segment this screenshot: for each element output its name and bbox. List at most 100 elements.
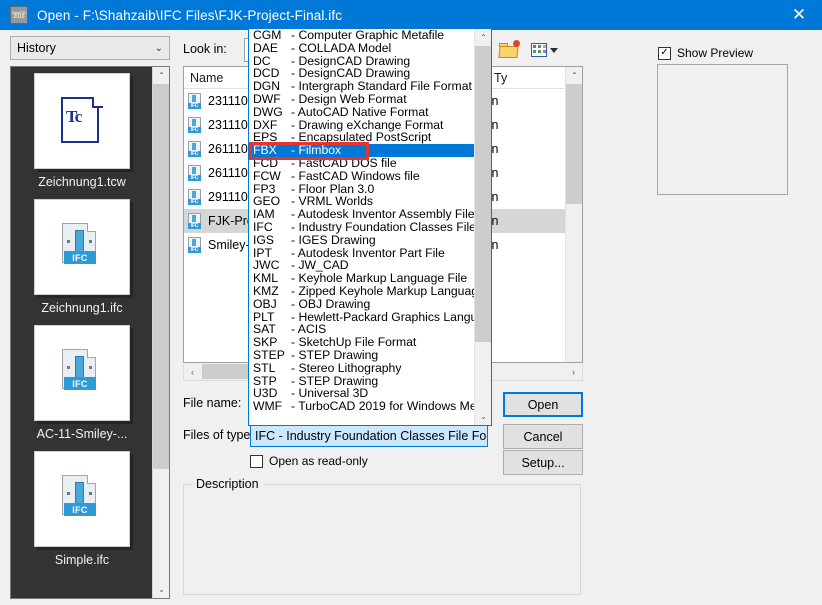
file-type-option[interactable]: IPT - Autodesk Inventor Part File	[249, 246, 476, 260]
file-type-cell: In	[488, 118, 499, 132]
window-title: Open - F:\Shahzaib\IFC Files\FJK-Project…	[37, 7, 343, 23]
place-label: Zeichnung1.tcw	[38, 175, 126, 189]
file-type-option-code: STL	[253, 360, 276, 375]
scroll-right-icon[interactable]: ›	[565, 364, 582, 379]
ifc-file-icon: IFC	[188, 117, 202, 133]
ifc-file-icon: IFC	[60, 223, 104, 271]
files-of-type-value: IFC - Industry Foundation Classes File F…	[255, 428, 488, 443]
file-name-label: File name:	[183, 396, 242, 410]
file-type-option-code: DWF	[253, 91, 281, 106]
places-pane: History ⌄ Tc Zeichnung1.tcw IFC Zeichnun…	[8, 34, 172, 601]
places-items: Tc Zeichnung1.tcw IFC Zeichnung1.ifc IFC…	[11, 67, 153, 598]
place-item[interactable]: IFC Zeichnung1.ifc	[11, 199, 153, 315]
scroll-left-icon[interactable]: ‹	[184, 364, 201, 379]
file-type-cell: In	[488, 214, 499, 228]
file-type-option[interactable]: WMF - TurboCAD 2019 for Windows MetaFile	[249, 399, 491, 414]
files-of-type-label: Files of type:	[183, 428, 254, 442]
ifc-file-icon: IFC	[60, 349, 104, 397]
ifc-file-icon: IFC	[188, 213, 202, 229]
file-type-option-code: FCW	[253, 168, 281, 183]
tcw-icon-text: Tc	[66, 107, 82, 126]
ifc-file-icon: IFC	[188, 189, 202, 205]
file-type-option[interactable]: EPS - Encapsulated PostScript	[249, 131, 476, 144]
file-type-cell: In	[488, 142, 499, 156]
views-button[interactable]	[529, 39, 559, 61]
files-of-type-dropdown[interactable]: IFC - Industry Foundation Classes File F…	[250, 424, 488, 447]
show-preview-checkbox[interactable]: ✓	[658, 46, 671, 60]
file-type-option-code: DAE	[253, 40, 279, 55]
file-type-option-code: IGS	[253, 232, 274, 247]
new-folder-button[interactable]	[497, 39, 521, 61]
tcw-file-icon: Tc	[61, 97, 103, 145]
file-list-scroll-thumb[interactable]	[566, 84, 582, 204]
scroll-up-icon[interactable]: ⌃	[566, 67, 582, 84]
scroll-down-icon[interactable]: ⌄	[153, 581, 169, 598]
show-preview-row[interactable]: ✓ Show Preview	[658, 46, 753, 60]
scroll-down-icon[interactable]: ⌄	[475, 408, 491, 425]
new-folder-icon	[498, 40, 520, 58]
place-item[interactable]: IFC Simple.ifc	[11, 451, 153, 567]
dropdown-scroll-thumb[interactable]	[475, 46, 491, 342]
file-type-cell: In	[488, 94, 499, 108]
file-type-option-code: KMZ	[253, 283, 279, 298]
file-list-vertical-scrollbar[interactable]: ⌃	[565, 67, 582, 362]
history-dropdown[interactable]: History ⌄	[10, 36, 170, 60]
ifc-file-icon: IFC	[60, 475, 104, 523]
place-thumbnail: IFC	[34, 199, 130, 295]
chevron-down-icon	[549, 47, 558, 53]
open-as-read-only-label: Open as read-only	[269, 454, 368, 468]
app-icon: TurboCAD 2019	[10, 6, 28, 24]
place-label: AC-11-Smiley-...	[36, 427, 128, 441]
places-list[interactable]: Tc Zeichnung1.tcw IFC Zeichnung1.ifc IFC…	[10, 66, 170, 599]
ifc-file-icon: IFC	[188, 141, 202, 157]
places-scroll-thumb[interactable]	[153, 84, 169, 469]
place-thumbnail: Tc	[34, 73, 130, 169]
description-label: Description	[192, 477, 263, 491]
file-type-dropdown-list[interactable]: CGM - Computer Graphic Metafile DAE - COLLA…	[248, 28, 492, 426]
history-label: History	[17, 41, 56, 55]
file-type-option-code: IFC	[253, 219, 273, 234]
show-preview-label: Show Preview	[677, 46, 754, 60]
place-item[interactable]: Tc Zeichnung1.tcw	[11, 73, 153, 189]
ifc-icon-text: IFC	[64, 251, 96, 264]
close-icon[interactable]: ✕	[776, 0, 822, 30]
title-bar: TurboCAD 2019 Open - F:\Shahzaib\IFC Fil…	[0, 0, 822, 30]
file-type-option-code: CGM	[253, 28, 282, 42]
file-toolbar	[497, 37, 567, 63]
file-type-option-code: SKP	[253, 335, 278, 350]
scroll-up-icon[interactable]: ⌃	[153, 67, 169, 84]
ifc-file-icon: IFC	[188, 165, 202, 181]
open-as-read-only-checkbox[interactable]	[250, 454, 263, 468]
ifc-file-icon: IFC	[188, 93, 202, 109]
file-type-option-code: DWG	[253, 104, 283, 119]
ifc-icon-text: IFC	[64, 503, 96, 516]
place-label: Simple.ifc	[54, 553, 110, 567]
file-type-option-code: WMF	[253, 399, 283, 414]
place-item[interactable]: IFC AC-11-Smiley-...	[11, 325, 153, 441]
scroll-up-icon[interactable]: ⌃	[475, 29, 491, 46]
look-in-label: Look in:	[183, 42, 227, 56]
place-thumbnail: IFC	[34, 325, 130, 421]
file-type-option[interactable]: PLT - Hewlett-Packard Graphics Language	[249, 310, 491, 324]
app-icon-line2: 2019	[13, 14, 25, 20]
open-as-read-only-row[interactable]: Open as read-only	[250, 454, 368, 468]
ifc-file-icon: IFC	[188, 237, 202, 253]
file-type-option-code: FCD	[253, 155, 279, 170]
views-icon	[530, 43, 547, 57]
place-label: Zeichnung1.ifc	[41, 301, 123, 315]
setup-button[interactable]: Setup...	[503, 450, 583, 475]
file-type-cell: In	[488, 166, 499, 180]
description-group	[183, 484, 581, 595]
file-type-cell: In	[488, 238, 499, 252]
file-type-option-code: STEP	[253, 347, 285, 362]
places-scrollbar[interactable]: ⌃ ⌄	[152, 67, 169, 598]
file-type-cell: In	[488, 190, 499, 204]
file-type-option-desc: - TurboCAD 2019 for Windows MetaFile	[291, 399, 492, 414]
dropdown-scrollbar[interactable]: ⌃ ⌄	[474, 29, 491, 425]
cancel-button[interactable]: Cancel	[503, 424, 583, 449]
file-type-options: CGM - Computer Graphic Metafile DAE - COLLA…	[249, 28, 491, 425]
ifc-icon-text: IFC	[64, 377, 96, 390]
column-header-type[interactable]: Ty	[488, 71, 548, 85]
place-thumbnail: IFC	[34, 451, 130, 547]
open-button[interactable]: Open	[503, 392, 583, 417]
